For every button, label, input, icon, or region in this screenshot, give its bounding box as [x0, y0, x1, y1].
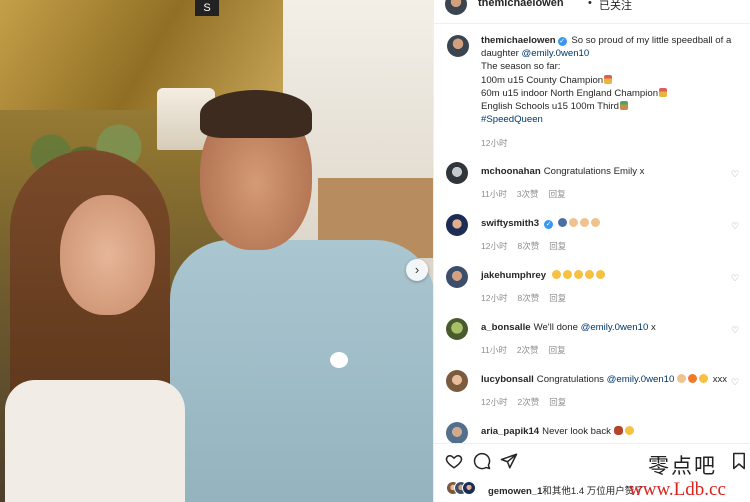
likes-summary: gemowen_1和其他1.4 万位用户赞了: [434, 477, 750, 502]
comment-item: mchoonahan Congratulations Emily x 11小时 3次…: [434, 162, 750, 214]
caption-time: 12小时: [481, 138, 508, 148]
comment-text: xxx: [712, 374, 728, 385]
caption-line-1: 100m u15 County Champion: [481, 74, 604, 86]
smile-emoji-icon: [624, 426, 634, 435]
next-arrow-icon: ›: [414, 262, 420, 277]
liker-username[interactable]: gemowen_1: [488, 486, 542, 497]
share-icon[interactable]: [500, 452, 518, 470]
reply-button[interactable]: 回复: [549, 397, 566, 407]
action-bar: [434, 443, 750, 477]
heart-icon[interactable]: ♡: [731, 221, 741, 231]
clap-emoji-icon: [573, 270, 583, 279]
verified-icon: ✓: [544, 220, 554, 229]
comment-likes[interactable]: 3次赞: [517, 189, 539, 199]
smile-emoji-icon: [699, 374, 709, 383]
comment-username[interactable]: a_bonsalle: [481, 322, 531, 333]
comment-avatar[interactable]: [446, 214, 468, 236]
comment-text: x: [650, 322, 656, 333]
liker-avatars[interactable]: [446, 481, 486, 495]
comment-text: Congratulations: [536, 374, 604, 385]
comment-avatar[interactable]: [446, 370, 468, 392]
heart-icon[interactable]: ♡: [731, 325, 741, 335]
comment-time: 11小时: [481, 189, 507, 199]
author-avatar[interactable]: [445, 0, 467, 15]
comment-time: 12小时: [481, 293, 508, 303]
comment-icon[interactable]: [473, 452, 491, 470]
comment-avatar[interactable]: [446, 422, 468, 443]
medal-icon: [604, 74, 613, 84]
comment-username[interactable]: mchoonahan: [481, 166, 541, 177]
comment-text: Congratulations Emily x: [543, 166, 645, 177]
comment-mention[interactable]: @emily.0wen10: [581, 322, 649, 333]
caption-username[interactable]: themichaelowen: [481, 35, 556, 46]
comment-text: Never look back: [542, 426, 611, 437]
clap-emoji-icon: [590, 218, 600, 227]
heart-icon[interactable]: ♡: [731, 169, 741, 179]
heart-icon[interactable]: [445, 452, 463, 470]
medal-icon: [619, 101, 628, 111]
swimmer-emoji-icon: [557, 218, 567, 227]
caption-mention[interactable]: @emily.0wen10: [522, 48, 590, 59]
comment-username[interactable]: swiftysmith3: [481, 218, 539, 229]
photo-sign: S: [195, 0, 219, 16]
comment-time: 12小时: [481, 397, 508, 407]
bookmark-icon[interactable]: [730, 452, 748, 470]
football-emoji-icon: [613, 426, 623, 435]
heart-icon[interactable]: ♡: [731, 377, 741, 387]
comment-likes[interactable]: 8次赞: [517, 241, 539, 251]
comment-item: jakehumphrey 12小时 8次赞 回复 ♡: [434, 266, 750, 318]
comment-time: 12小时: [481, 241, 508, 251]
comment-item: lucybonsall Congratulations @emily.0wen10…: [434, 370, 750, 422]
reply-button[interactable]: 回复: [549, 241, 566, 251]
clap-emoji-icon: [551, 270, 561, 279]
comment-text: We'll done: [533, 322, 578, 333]
follow-status[interactable]: 已关注: [599, 0, 632, 13]
caption-line-3: English Schools u15 100m Third: [481, 101, 619, 113]
caption-body: themichaelowen ✓ So so proud of my little…: [481, 34, 743, 126]
next-photo-button[interactable]: ›: [406, 259, 428, 281]
comment-username[interactable]: jakehumphrey: [481, 270, 546, 281]
reply-button[interactable]: 回复: [549, 345, 566, 355]
clap-emoji-icon: [568, 218, 578, 227]
fire-emoji-icon: [688, 374, 698, 383]
clap-emoji-icon: [677, 374, 687, 383]
comment-item: aria_papik14 Never look back: [434, 422, 750, 443]
comment-avatar[interactable]: [446, 318, 468, 340]
medal-icon: [659, 87, 668, 97]
comment-avatar[interactable]: [446, 266, 468, 288]
clap-emoji-icon: [584, 270, 594, 279]
reply-button[interactable]: 回复: [549, 189, 566, 199]
comment-username[interactable]: lucybonsall: [481, 374, 534, 385]
post-photo: S ›: [0, 0, 433, 502]
reply-button[interactable]: 回复: [549, 293, 566, 303]
clap-emoji-icon: [579, 218, 589, 227]
comment-avatar[interactable]: [446, 162, 468, 184]
comment-likes[interactable]: 8次赞: [517, 293, 539, 303]
comment-item: swiftysmith3 ✓ 12小时 8次赞 回复 ♡: [434, 214, 750, 266]
clap-emoji-icon: [595, 270, 605, 279]
caption-hashtag[interactable]: #SpeedQueen: [481, 114, 543, 125]
heart-icon[interactable]: ♡: [731, 273, 741, 283]
verified-icon: ✓: [557, 37, 567, 46]
header-separator: •: [588, 0, 592, 9]
clap-emoji-icon: [562, 270, 572, 279]
comment-likes[interactable]: 2次赞: [517, 345, 539, 355]
post-side-panel: themichaelowen • 已关注 themichaelowen ✓ So …: [433, 0, 750, 502]
comment-time: 11小时: [481, 345, 507, 355]
caption-line-2: 60m u15 indoor North England Champion: [481, 87, 659, 99]
comment-item: a_bonsalle We'll done @emily.0wen10 x 11小…: [434, 318, 750, 370]
likes-count-text[interactable]: 和其他1.4 万位用户赞了: [542, 486, 643, 497]
photo-man: [170, 90, 433, 502]
comment-username[interactable]: aria_papik14: [481, 426, 539, 437]
caption-avatar[interactable]: [447, 35, 469, 57]
author-username[interactable]: themichaelowen: [478, 0, 564, 9]
post-header: themichaelowen • 已关注: [434, 0, 750, 24]
photo-girl: [0, 150, 200, 502]
caption-season-label: The season so far:: [481, 61, 561, 73]
comment-likes[interactable]: 2次赞: [517, 397, 539, 407]
comment-mention[interactable]: @emily.0wen10: [607, 374, 675, 385]
